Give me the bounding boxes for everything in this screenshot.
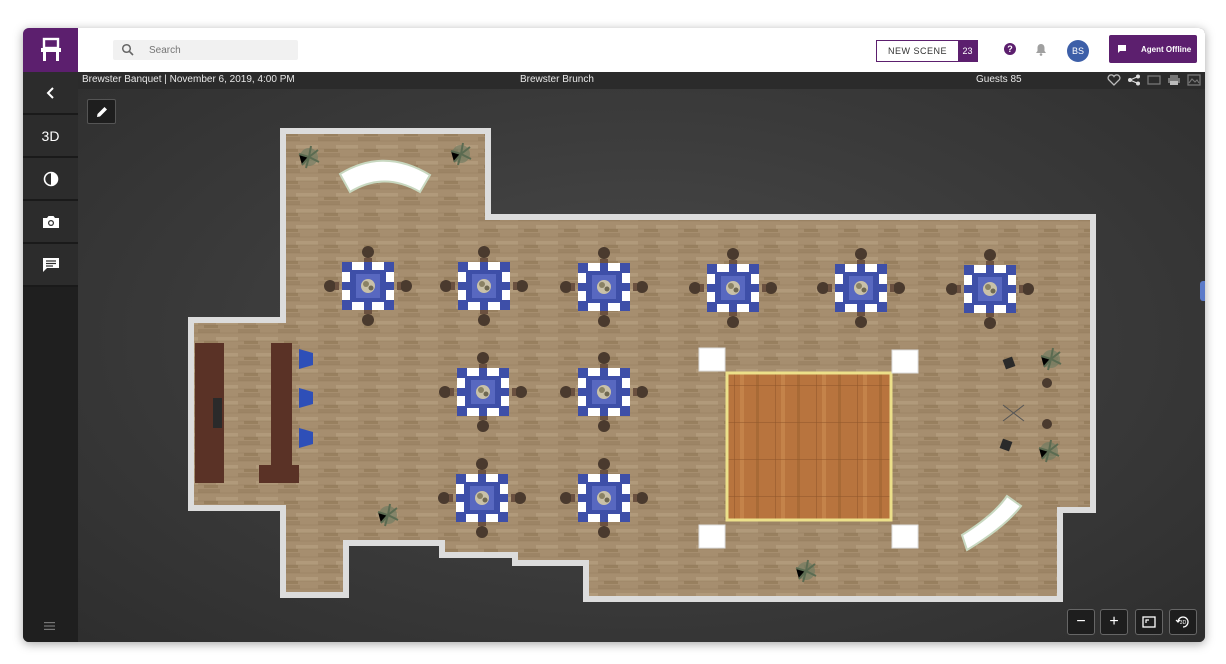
zoom-out-button[interactable]: − — [1067, 609, 1095, 635]
left-toolbar: 3D — [23, 72, 78, 642]
new-scene-label: NEW SCENE — [887, 46, 947, 56]
camera-button[interactable] — [23, 201, 78, 244]
svg-text:3D: 3D — [1180, 620, 1187, 626]
speaker — [891, 524, 919, 549]
app-window: NEW SCENE 23 ? BS Agent Offline 3D — [23, 28, 1205, 642]
room-outline — [188, 128, 1096, 602]
side-table — [1042, 378, 1052, 388]
search-input[interactable] — [147, 43, 291, 57]
side-table — [1042, 419, 1052, 429]
fullscreen-icon[interactable] — [1147, 74, 1161, 86]
rotate-3d-button[interactable]: 3D — [1169, 609, 1197, 635]
scene-count-badge: 23 — [958, 41, 977, 61]
agent-status-label: Agent Offline — [1141, 44, 1192, 54]
comments-button[interactable] — [23, 244, 78, 287]
3d-view-button[interactable]: 3D — [23, 115, 78, 158]
floorplan — [188, 128, 1096, 602]
event-title: Brewster Banquet | November 6, 2019, 4:0… — [82, 74, 295, 85]
speaker — [698, 524, 726, 549]
agent-status-button[interactable]: Agent Offline — [1109, 35, 1197, 63]
bell-icon[interactable] — [1035, 43, 1047, 56]
search-box[interactable] — [113, 40, 298, 60]
chat-icon — [42, 257, 59, 272]
bar-counter-right — [271, 343, 292, 483]
app-logo[interactable] — [23, 28, 78, 72]
fit-view-button[interactable] — [1135, 609, 1163, 635]
search-icon — [121, 43, 134, 56]
dance-floor[interactable] — [725, 371, 893, 522]
print-icon[interactable] — [1167, 74, 1181, 86]
bar-counter-foot — [259, 465, 299, 483]
back-button[interactable] — [23, 72, 78, 115]
guest-count: Guests 85 — [976, 74, 1022, 85]
info-bar-actions — [1107, 74, 1201, 86]
chair-logo-icon — [40, 37, 61, 61]
help-icon[interactable]: ? — [1004, 43, 1016, 55]
scene-name: Brewster Brunch — [520, 74, 594, 85]
side-panel-handle[interactable] — [1200, 281, 1205, 301]
event-info-bar: Brewster Banquet | November 6, 2019, 4:0… — [78, 72, 1205, 89]
top-bar: NEW SCENE 23 ? BS Agent Offline — [23, 28, 1205, 73]
menu-icon[interactable] — [44, 622, 55, 630]
speaker — [698, 347, 726, 372]
contrast-icon — [43, 171, 58, 186]
3d-label: 3D — [41, 127, 60, 144]
chevron-left-icon — [46, 86, 54, 99]
gallery-icon[interactable] — [1187, 74, 1201, 86]
bar-register — [213, 398, 222, 428]
favorite-icon[interactable] — [1107, 74, 1121, 86]
camera-icon — [42, 215, 59, 228]
rotate-3d-icon: 3D — [1175, 616, 1189, 628]
new-scene-button[interactable]: NEW SCENE 23 — [876, 40, 978, 62]
zoom-in-button[interactable]: + — [1100, 609, 1128, 635]
contrast-button[interactable] — [23, 158, 78, 201]
fit-screen-icon — [1142, 616, 1156, 628]
speaker — [891, 349, 919, 374]
user-avatar[interactable]: BS — [1067, 40, 1089, 62]
chat-bubble-icon — [1118, 45, 1126, 53]
share-icon[interactable] — [1127, 74, 1141, 86]
floorplan-canvas[interactable]: − + 3D — [78, 89, 1205, 642]
